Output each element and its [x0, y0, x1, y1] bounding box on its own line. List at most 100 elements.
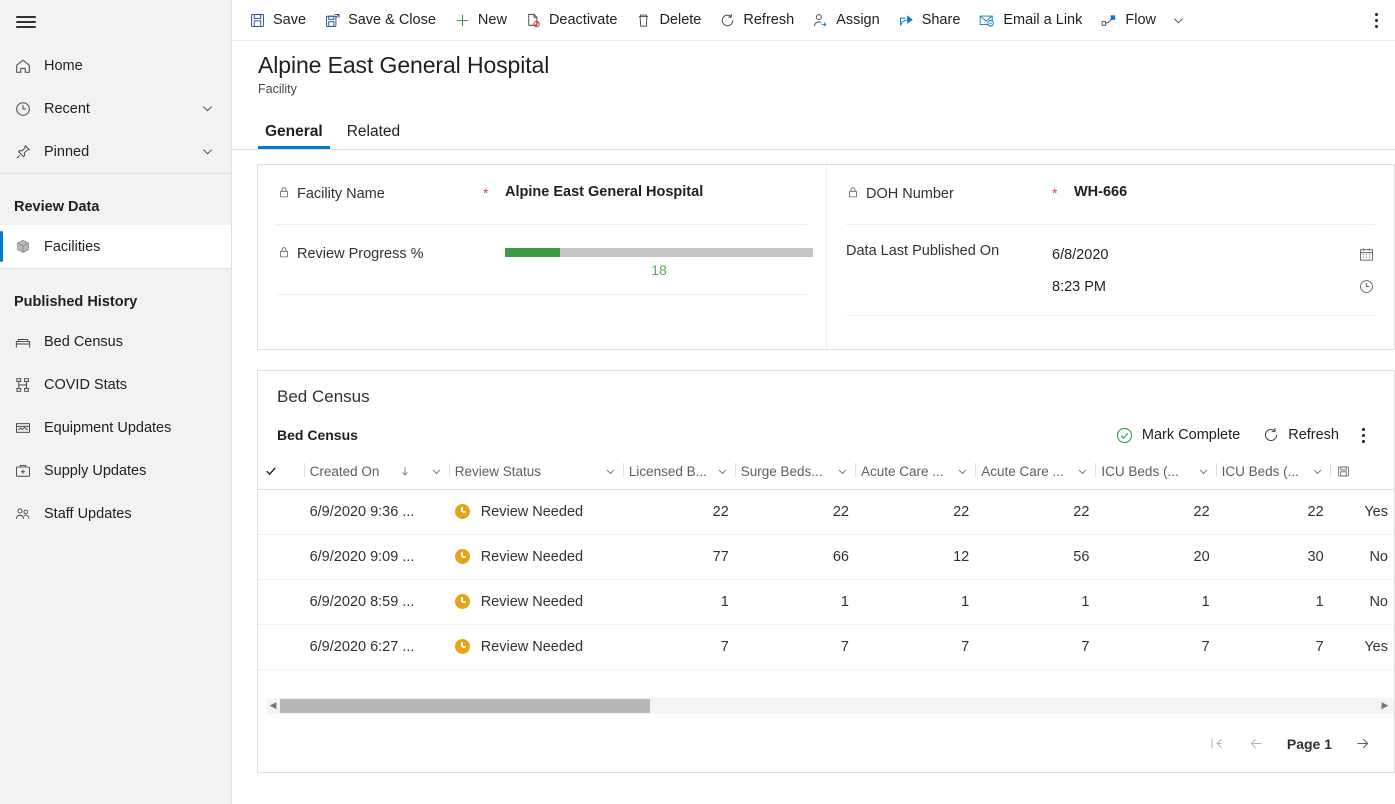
chevron-down-icon[interactable]	[604, 465, 617, 478]
trash-icon	[635, 12, 652, 29]
status-badge: Review Needed	[481, 549, 583, 565]
review-progress-value: 18	[505, 262, 813, 278]
column-label: Created On	[310, 464, 380, 479]
scrollbar-track[interactable]	[280, 699, 1376, 713]
scroll-right-arrow-icon[interactable]: ▶	[1376, 700, 1394, 711]
row-select-cell[interactable]	[258, 534, 304, 579]
chevron-down-icon[interactable]	[836, 465, 849, 478]
chevron-down-icon[interactable]	[1076, 465, 1089, 478]
chevron-down-icon[interactable]	[956, 465, 969, 478]
chevron-down-icon[interactable]	[1311, 465, 1324, 478]
sidebar-item-equipment-updates[interactable]: Equipment Updates	[0, 406, 231, 449]
column-separator	[1216, 463, 1217, 477]
grid-column-review-status[interactable]: Review Status	[449, 460, 623, 490]
row-select-cell[interactable]	[258, 489, 304, 534]
save-and-close-button[interactable]: Save & Close	[315, 0, 445, 40]
email-a-link-button[interactable]: Email a Link	[969, 0, 1091, 40]
column-separator	[1095, 463, 1096, 477]
sidebar-item-bed-census[interactable]: Bed Census	[0, 320, 231, 363]
data-last-published-values: 6/8/2020 8:23 PM	[1052, 239, 1375, 303]
sidebar-item-pinned[interactable]: Pinned	[0, 130, 231, 173]
tab-related[interactable]: Related	[340, 123, 407, 149]
save-and-close-label: Save & Close	[348, 12, 436, 28]
chevron-down-icon[interactable]	[716, 465, 729, 478]
table-row[interactable]: 6/9/2020 9:36 ... Review Needed 22 22 22…	[258, 489, 1394, 534]
sidebar-item-recent[interactable]: Recent	[0, 87, 231, 130]
grid-column-acute-care-1[interactable]: Acute Care ...	[855, 460, 975, 490]
table-row[interactable]: 6/9/2020 8:59 ... Review Needed 1 1 1 1	[258, 579, 1394, 624]
more-vertical-icon	[1362, 428, 1365, 443]
form-content: Facility Name * Alpine East General Hosp…	[232, 150, 1395, 783]
save-button[interactable]: Save	[240, 0, 315, 40]
data-last-published-label: Data Last Published On	[846, 239, 1052, 263]
sidebar-item-facilities[interactable]: Facilities	[0, 225, 231, 268]
mark-complete-label: Mark Complete	[1142, 427, 1240, 443]
lock-icon	[846, 185, 860, 199]
pager-next-button[interactable]	[1344, 728, 1380, 760]
supply-icon	[14, 462, 44, 480]
grid-overflow-button[interactable]	[1352, 423, 1375, 448]
grid-horizontal-scrollbar[interactable]: ◀ ▶	[266, 698, 1394, 714]
form-column-right: DOH Number * WH-666 Data Last Published …	[827, 165, 1394, 349]
cell-trailing: No	[1330, 534, 1394, 579]
cell-acute-care-1: 12	[855, 534, 975, 579]
grid-column-licensed-beds[interactable]: Licensed B...	[623, 460, 735, 490]
chevron-down-icon[interactable]	[200, 144, 219, 159]
chevron-down-icon[interactable]	[200, 101, 219, 116]
calendar-icon[interactable]	[1358, 246, 1375, 263]
table-row[interactable]: 6/9/2020 6:27 ... Review Needed 7 7 7 7	[258, 624, 1394, 669]
assign-label: Assign	[836, 12, 880, 28]
share-button[interactable]: Share	[889, 0, 970, 40]
row-select-cell[interactable]	[258, 579, 304, 624]
save-close-icon	[324, 12, 341, 29]
time-input-row[interactable]: 8:23 PM	[1052, 271, 1375, 303]
scrollbar-thumb[interactable]	[280, 699, 650, 713]
sidebar-item-home[interactable]: Home	[0, 44, 231, 87]
date-input-row[interactable]: 6/8/2020	[1052, 239, 1375, 271]
chevron-down-icon[interactable]	[430, 465, 443, 478]
cell-icu-beds-1: 7	[1095, 624, 1215, 669]
cell-licensed-beds: 22	[623, 489, 735, 534]
grid-column-surge-beds[interactable]: Surge Beds...	[735, 460, 855, 490]
grid-column-created-on[interactable]: Created On	[304, 460, 449, 490]
grid-select-all-header[interactable]	[258, 460, 304, 490]
review-progress-label-wrap: Review Progress %	[277, 243, 483, 265]
chevron-down-icon[interactable]	[1197, 465, 1210, 478]
pager-previous-button[interactable]	[1239, 728, 1275, 760]
table-row[interactable]: 6/9/2020 9:09 ... Review Needed 77 66 12…	[258, 534, 1394, 579]
deactivate-button[interactable]: Deactivate	[516, 0, 627, 40]
cell-icu-beds-2: 7	[1216, 624, 1330, 669]
doh-number-label: DOH Number	[866, 184, 954, 205]
email-link-icon	[978, 12, 996, 29]
column-label: Surge Beds...	[741, 464, 823, 479]
tab-general[interactable]: General	[258, 123, 330, 149]
mark-complete-button[interactable]: Mark Complete	[1106, 421, 1249, 450]
grid-save-column-header[interactable]	[1330, 460, 1394, 490]
lock-icon	[277, 245, 291, 259]
cell-licensed-beds: 7	[623, 624, 735, 669]
cell-icu-beds-2: 22	[1216, 489, 1330, 534]
pager-first-button[interactable]	[1199, 728, 1235, 760]
command-bar-overflow-button[interactable]	[1363, 0, 1389, 40]
field-doh-number: DOH Number * WH-666	[846, 165, 1375, 225]
doh-number-value: WH-666	[1074, 183, 1375, 200]
flow-button[interactable]: Flow	[1091, 0, 1165, 40]
sidebar-item-staff-updates[interactable]: Staff Updates	[0, 492, 231, 535]
sidebar-item-supply-updates[interactable]: Supply Updates	[0, 449, 231, 492]
delete-button[interactable]: Delete	[626, 0, 710, 40]
flow-chevron-down-icon[interactable]	[1165, 0, 1192, 40]
row-select-cell[interactable]	[258, 624, 304, 669]
grid-column-icu-beds-1[interactable]: ICU Beds (...	[1095, 460, 1215, 490]
sidebar-item-covid-stats[interactable]: COVID Stats	[0, 363, 231, 406]
refresh-button[interactable]: Refresh	[710, 0, 803, 40]
grid-refresh-button[interactable]: Refresh	[1253, 421, 1348, 449]
assign-button[interactable]: Assign	[803, 0, 889, 40]
clock-icon[interactable]	[1358, 278, 1375, 295]
site-map-toggle-button[interactable]	[0, 0, 231, 44]
pager-page-label: Page 1	[1279, 736, 1340, 752]
new-button[interactable]: New	[445, 0, 516, 40]
scroll-left-arrow-icon[interactable]: ◀	[266, 700, 280, 711]
entity-type-label: Facility	[258, 82, 1395, 96]
grid-column-acute-care-2[interactable]: Acute Care ...	[975, 460, 1095, 490]
grid-column-icu-beds-2[interactable]: ICU Beds (...	[1216, 460, 1330, 490]
